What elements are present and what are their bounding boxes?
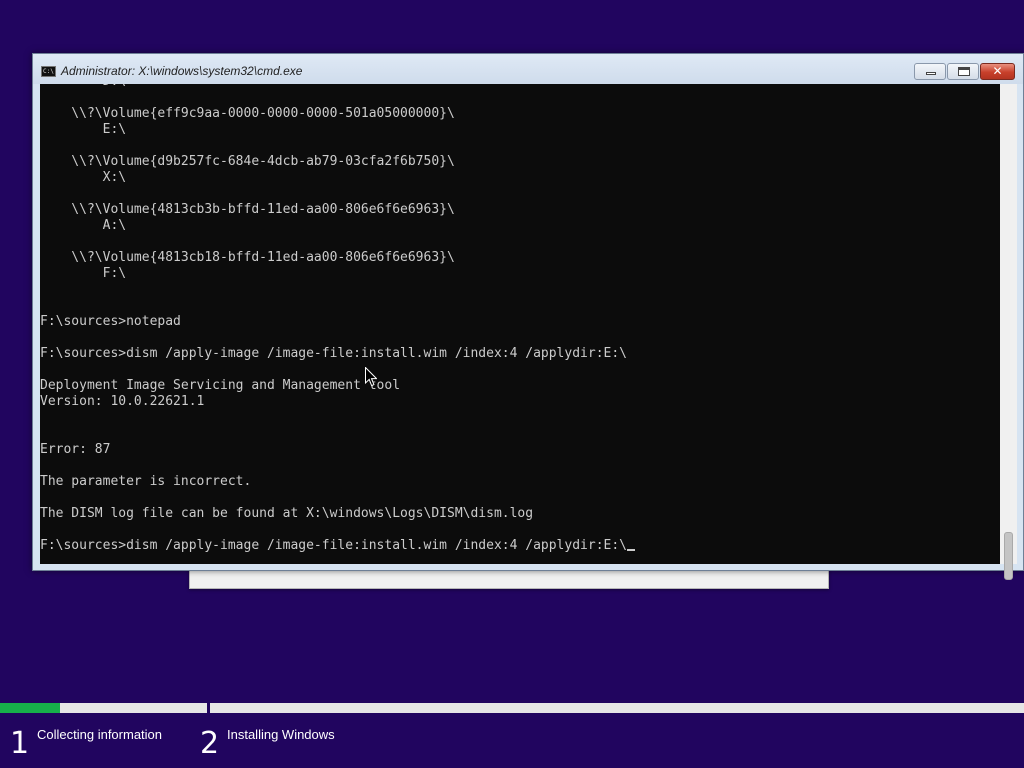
- console-line: Error: 87: [40, 442, 111, 457]
- close-icon: ✕: [992, 64, 1003, 78]
- scrollbar-thumb[interactable]: [1004, 532, 1013, 580]
- console-line: The parameter is incorrect.: [40, 474, 252, 489]
- console-line: \\?\Volume{4813cb18-bffd-11ed-aa00-806e6…: [71, 250, 455, 265]
- console-line: \\?\Volume{4813cb3b-bffd-11ed-aa00-806e6…: [71, 202, 455, 217]
- console-line: Version: 10.0.22621.1: [40, 394, 205, 409]
- setup-progress-bar: [0, 703, 1024, 713]
- console-line: \\?\Volume{eff9c9aa-0000-0000-0000-501a0…: [71, 106, 455, 121]
- console-line: The DISM log file can be found at X:\win…: [40, 506, 534, 521]
- step-label: Collecting information: [37, 727, 163, 742]
- close-button[interactable]: ✕: [980, 63, 1015, 80]
- progress-segment-collecting: [0, 703, 207, 713]
- cmd-window[interactable]: C:\ Administrator: X:\windows\system32\c…: [32, 53, 1024, 580]
- window-title: Administrator: X:\windows\system32\cmd.e…: [61, 64, 303, 78]
- minimize-icon: [926, 72, 936, 75]
- progress-segment-installing: [210, 703, 1024, 713]
- step-number: 1: [10, 726, 30, 761]
- console-line: F:\: [102, 266, 127, 281]
- step-number: 2: [200, 726, 220, 761]
- console-line: D:\: [40, 84, 126, 89]
- vertical-scrollbar[interactable]: [1000, 84, 1017, 580]
- console-prompt-line: F:\sources>dism /apply-image /image-file…: [40, 538, 627, 553]
- cmd-icon[interactable]: C:\: [41, 66, 56, 77]
- console-text: D:\ \\?\Volume{eff9c9aa-0000-0000-0000-5…: [40, 84, 635, 554]
- console-line: A:\: [102, 218, 127, 233]
- console-output[interactable]: D:\ \\?\Volume{eff9c9aa-0000-0000-0000-5…: [40, 84, 1000, 564]
- console-line: F:\sources>notepad: [40, 314, 181, 329]
- progress-fill: [0, 703, 61, 713]
- minimize-button[interactable]: [914, 63, 946, 80]
- console-line: \\?\Volume{d9b257fc-684e-4dcb-ab79-03cfa…: [71, 154, 455, 169]
- maximize-button[interactable]: [947, 63, 979, 80]
- console-line: F:\sources>dism /apply-image /image-file…: [40, 346, 627, 361]
- console-line: Deployment Image Servicing and Managemen…: [40, 378, 401, 393]
- console-line: E:\: [102, 122, 127, 137]
- console-line: X:\: [102, 170, 127, 185]
- step-label: Installing Windows: [227, 727, 335, 742]
- maximize-icon: [958, 67, 970, 76]
- title-bar[interactable]: C:\ Administrator: X:\windows\system32\c…: [33, 54, 1023, 84]
- mouse-pointer-icon: [365, 367, 377, 387]
- text-cursor: [627, 549, 635, 551]
